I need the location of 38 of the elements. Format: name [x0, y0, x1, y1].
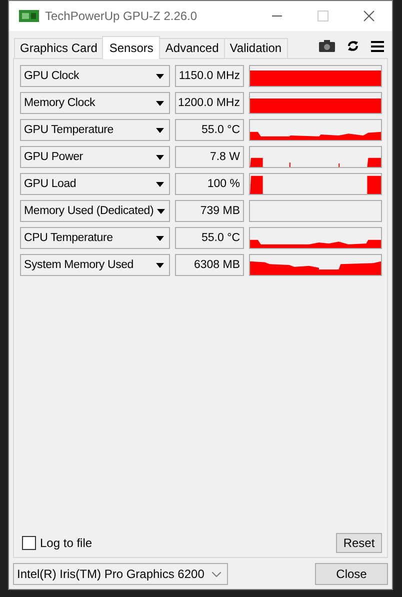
menu-icon[interactable] [371, 40, 384, 52]
caret-icon [156, 74, 164, 78]
sensor-dropdown[interactable]: Memory Used (Dedicated) [20, 200, 170, 222]
close-button[interactable]: Close [315, 563, 388, 585]
checkbox[interactable] [22, 536, 36, 550]
sensor-dropdown[interactable]: GPU Power [20, 146, 170, 168]
tab[interactable]: Validation [224, 38, 288, 58]
sensor-value: 55.0 °C [175, 119, 244, 141]
caret-icon [156, 236, 164, 240]
caret-icon [156, 128, 164, 132]
caret-icon [156, 262, 164, 268]
sensor-dropdown[interactable]: GPU Load [20, 173, 170, 195]
sensor-dropdown[interactable]: Memory Clock [20, 92, 170, 114]
caret-icon [156, 154, 164, 160]
sensor-dropdown[interactable]: CPU Temperature [20, 227, 170, 249]
sensor-dropdown[interactable]: GPU Temperature [20, 119, 170, 141]
graphics-card-icon [19, 9, 39, 23]
sensor-dropdown[interactable]: System Memory Used [20, 254, 170, 276]
sensor-value: 1150.0 MHz [175, 65, 244, 87]
caret-icon [156, 182, 164, 186]
sensor-value: 1200.0 MHz [175, 92, 244, 114]
sensor-value: 7.8 W [175, 146, 244, 168]
sensor-value: 6308 MB [175, 254, 244, 276]
refresh-icon[interactable] [347, 40, 359, 52]
sensor-value: 55.0 °C [175, 227, 244, 249]
sensor-dropdown[interactable]: GPU Clock [20, 65, 170, 87]
caret-icon [156, 100, 164, 106]
chevron-icon [212, 572, 221, 576]
gpu-select[interactable]: Intel(R) Iris(TM) Pro Graphics 6200 [13, 563, 228, 585]
reset-button[interactable]: Reset [336, 533, 382, 553]
window-title: TechPowerUp GPU-Z 2.26.0 [45, 9, 198, 23]
tab[interactable]: Sensors [102, 36, 160, 59]
caret-icon [156, 208, 165, 214]
camera-icon[interactable] [319, 40, 335, 52]
tab[interactable]: Graphics Card [14, 38, 104, 58]
checkbox-label: Log to file [40, 536, 92, 550]
sensor-value: 100 % [175, 173, 244, 195]
sensor-value: 739 MB [175, 200, 244, 222]
